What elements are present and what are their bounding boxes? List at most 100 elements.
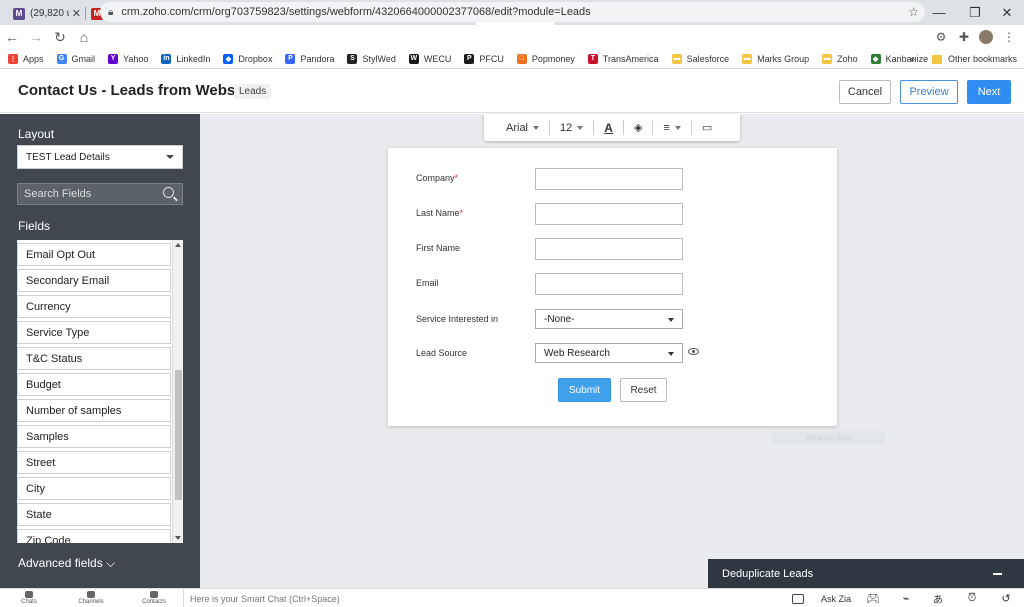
field-list-item[interactable]: Zip Code [17,529,171,543]
preview-button[interactable]: Preview [900,80,958,104]
font-size-dropdown[interactable]: 12 [550,114,593,141]
form-field-label: Last Name* [416,208,464,218]
chevron-down-icon [668,318,674,322]
advanced-fields-toggle[interactable]: Advanced fields ⌵ [18,556,115,571]
bookmark-item[interactable]: Y Yahoo [108,53,148,64]
font-family-dropdown[interactable]: Arial [484,114,549,141]
form-field-label: First Name [416,243,461,253]
bookmark-label: Popmoney [531,53,575,64]
bookmark-item[interactable]: P PFCU [464,53,504,64]
signal-icon[interactable]: ⌁ [899,592,913,605]
form-text-input[interactable] [535,273,683,295]
form-text-input[interactable] [535,238,683,260]
form-canvas: Arial 12 A ◈ ≡ ▭ Company* Last Name* First… [200,114,1024,588]
field-list-item[interactable]: Email Opt Out [17,243,171,266]
bookmark-item[interactable]: in LinkedIn [161,53,211,64]
minimize-window-icon[interactable]: — [922,0,956,25]
field-list-item[interactable]: T&C Status [17,347,171,370]
field-list-item[interactable]: Secondary Email [17,269,171,292]
field-list-item[interactable]: Street [17,451,171,474]
deduplicate-leads-panel[interactable]: Deduplicate Leads [708,559,1024,588]
maximize-window-icon[interactable]: ❐ [958,0,992,25]
bookmark-favicon-icon: ▬ [742,53,753,64]
bookmark-item[interactable]: S StylWed [347,53,396,64]
language-icon[interactable]: あ [930,592,946,606]
next-button[interactable]: Next [967,80,1011,104]
chevron-down-icon [577,125,584,130]
bookmark-favicon-icon: T [587,53,598,64]
web-form-card: Company* Last Name* First Name Email Service… [388,148,837,426]
bookmark-item[interactable]: ⋮ Apps [8,53,44,64]
screen-icon[interactable] [791,592,805,605]
alarm-icon[interactable]: ⏰︎ [964,592,980,605]
form-text-input[interactable] [535,168,683,190]
field-list-item[interactable]: Budget [17,373,171,396]
reload-icon[interactable]: ↻ [48,29,72,46]
field-list-item[interactable]: Service Type [17,321,171,344]
bookmarks-overflow[interactable]: » [910,49,915,69]
eye-icon[interactable] [688,348,699,355]
browser-tab[interactable]: M (29,820 u ✕ [8,2,86,25]
contacts-button[interactable]: Contacts [134,591,174,605]
field-list-item[interactable]: Samples [17,425,171,448]
bookmark-label: WECU [423,53,452,64]
bookmark-item[interactable]: P Pandora [285,53,335,64]
layout-icon[interactable]: ▭ [692,114,722,141]
forward-icon[interactable]: → [24,29,48,45]
bookmark-item[interactable]: W WECU [408,53,452,64]
home-icon[interactable]: ⌂ [72,29,96,45]
cancel-button[interactable]: Cancel [839,80,891,104]
format-toolbar: Arial 12 A ◈ ≡ ▭ [484,114,740,141]
bookmark-item[interactable]: T TransAmerica [587,53,659,64]
bookmark-item[interactable]: ◆ Dropbox [223,53,272,64]
url-input[interactable]: 🔒︎ crm.zoho.com/crm/org703759823/setting… [100,2,925,22]
submit-button[interactable]: Submit [558,378,611,402]
bookmark-star-icon[interactable]: ☆ [908,5,919,19]
form-select[interactable]: Web Research [535,343,683,363]
gamepad-icon[interactable]: 🎮︎ [865,592,881,605]
search-fields-input[interactable]: Search Fields [17,183,183,205]
bookmark-item[interactable]: ▬ Zoho [822,53,858,64]
bookmark-item[interactable]: ▬ Salesforce [671,53,730,64]
browser-menu-icon[interactable]: ⋮ [1000,28,1018,46]
bookmark-label: Pandora [300,53,335,64]
scroll-up-icon[interactable] [175,243,181,247]
scrollbar-thumb[interactable] [175,370,182,500]
field-list-item[interactable]: State [17,503,171,526]
layout-select[interactable]: TEST Lead Details [17,145,183,169]
back-icon[interactable]: ← [0,29,24,45]
bookmark-label: LinkedIn [176,53,211,64]
channels-button[interactable]: Channels [71,591,111,605]
bookmark-favicon-icon: ⋮ [8,53,18,64]
fill-color-icon[interactable]: ◈ [624,114,652,141]
chat-icon [25,591,33,598]
form-text-input[interactable] [535,203,683,225]
bookmark-item[interactable]: ◆ Kanbanize [870,53,929,64]
bookmark-item[interactable]: G Gmail [56,53,95,64]
bookmark-item[interactable]: ▬ Marks Group [742,53,809,64]
extension-icon[interactable]: ⚙ [932,28,950,46]
bookmark-item[interactable]: □ Popmoney [516,53,575,64]
field-list-scrollbar[interactable] [172,240,183,543]
form-select[interactable]: -None- [535,309,683,329]
profile-avatar[interactable] [977,28,995,46]
align-dropdown[interactable]: ≡ [653,114,690,141]
close-tab-icon[interactable]: ✕ [72,7,81,20]
bookmark-label: Salesforce [686,53,730,64]
scroll-down-icon[interactable] [175,536,181,540]
field-list-item[interactable]: Currency [17,295,171,318]
field-list-item[interactable]: Number of samples [17,399,171,422]
history-icon[interactable]: ↺ [998,592,1014,605]
reset-button[interactable]: Reset [620,378,667,402]
close-window-icon[interactable]: ✕ [990,0,1024,25]
smart-chat-input[interactable]: Here is your Smart Chat (Ctrl+Space) [183,589,340,607]
field-list-item[interactable]: City [17,477,171,500]
ask-zia-button[interactable]: Ask Zia [817,592,855,605]
minimize-icon[interactable] [993,573,1002,575]
other-bookmarks[interactable]: Other bookmarks [932,49,1017,69]
chats-button[interactable]: Chats [9,591,49,605]
fields-heading: Fields [18,219,51,233]
extensions-puzzle-icon[interactable]: ✚ [955,28,973,46]
font-color-icon[interactable]: A [594,114,623,141]
bookmark-label: Kanbanize [885,53,929,64]
